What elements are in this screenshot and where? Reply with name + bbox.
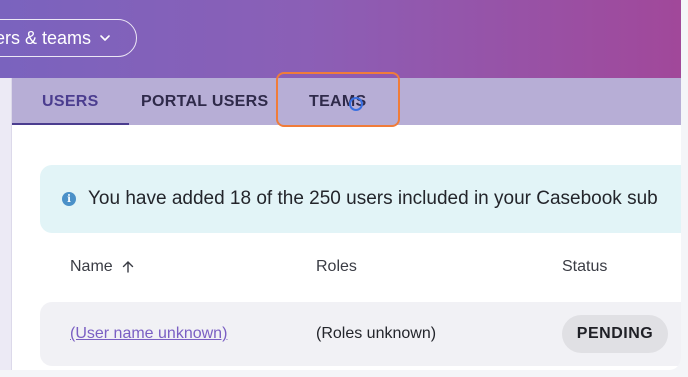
tab-portal-users[interactable]: PORTAL USERS [141,78,268,125]
app-card: ers & teams USERS PORTAL USERS TEAMS i Y… [0,0,681,370]
top-header: ers & teams [0,0,681,78]
column-header-status: Status [562,258,607,276]
tab-users-label: USERS [42,92,99,110]
user-name-link[interactable]: (User name unknown) [70,302,227,366]
users-and-teams-selector[interactable]: ers & teams [0,19,137,57]
status-badge: PENDING [562,315,668,353]
chevron-down-icon [99,32,111,44]
column-header-roles: Roles [316,258,357,276]
table-row: (User name unknown) (Roles unknown) PEND… [40,302,681,366]
column-header-name-label: Name [70,258,113,275]
tab-portal-users-label: PORTAL USERS [141,92,269,110]
column-header-roles-label: Roles [316,258,357,275]
info-icon: i [62,192,76,206]
left-rail [0,78,12,370]
tab-users[interactable]: USERS [12,78,129,125]
teams-tab-highlight [276,72,400,127]
click-indicator [349,97,363,111]
info-banner-text: You have added 18 of the 250 users inclu… [88,188,658,209]
column-header-name[interactable]: Name [70,258,135,276]
main-content: i You have added 18 of the 250 users inc… [12,125,681,370]
app-window: ers & teams USERS PORTAL USERS TEAMS i Y… [0,0,688,377]
column-header-status-label: Status [562,258,608,275]
user-roles-cell: (Roles unknown) [316,325,437,342]
sort-ascending-icon [121,260,135,274]
info-banner: i You have added 18 of the 250 users inc… [40,165,681,233]
users-and-teams-selector-label: ers & teams [0,27,92,48]
